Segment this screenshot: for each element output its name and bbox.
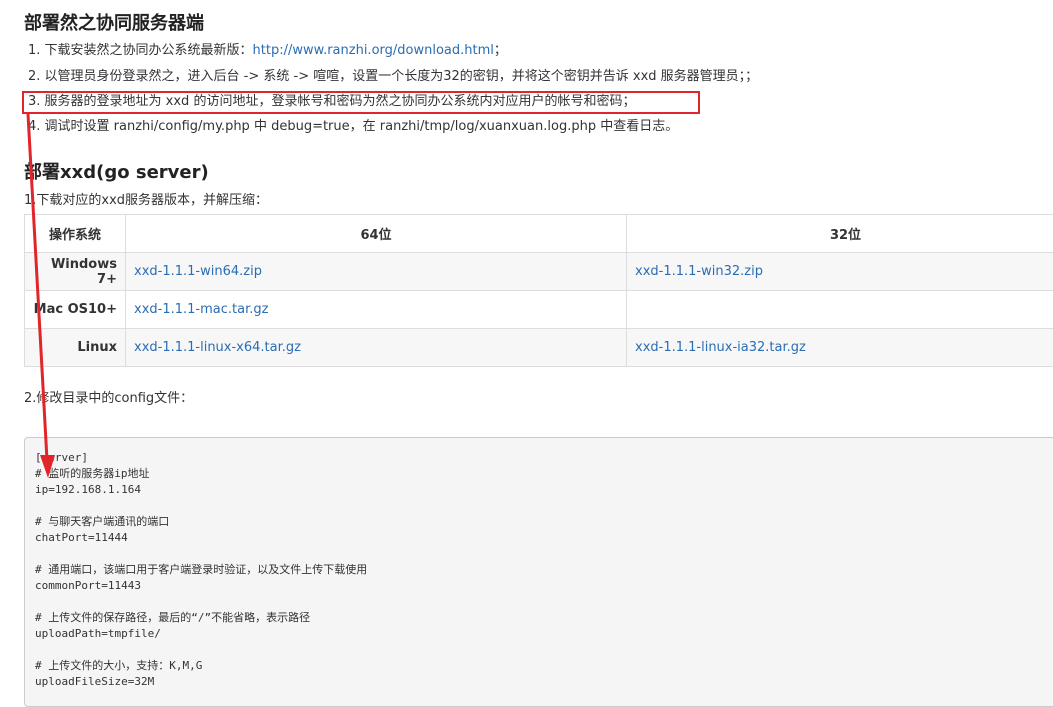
xxd-step-1: 1.下载对应的xxd服务器版本，并解压缩：: [24, 192, 268, 210]
xxd-step-2: 2.修改目录中的config文件：: [24, 390, 193, 408]
cell-linux64: xxd-1.1.1-linux-x64.tar.gz: [126, 329, 627, 367]
cell-linux32: xxd-1.1.1-linux-ia32.tar.gz: [627, 329, 1053, 367]
linux-ia32-link[interactable]: xxd-1.1.1-linux-ia32.tar.gz: [635, 340, 806, 355]
code-line: commonPort=11443: [35, 578, 1053, 594]
table-header-row: 操作系统 64位 32位: [25, 215, 1053, 253]
code-line: [35, 642, 1053, 658]
win32-link[interactable]: xxd-1.1.1-win32.zip: [635, 264, 763, 279]
code-line: # 与聊天客户端通讯的端口: [35, 514, 1053, 530]
code-line: chatPort=11444: [35, 530, 1053, 546]
mac-link[interactable]: xxd-1.1.1-mac.tar.gz: [134, 302, 268, 317]
cell-mac32: [627, 291, 1053, 329]
code-line: # 上传文件的保存路径，最后的“/”不能省略，表示路径: [35, 610, 1053, 626]
section-title-xxd: 部署xxd(go server): [24, 158, 209, 184]
download-table: 操作系统 64位 32位 Windows 7+ xxd-1.1.1-win64.…: [24, 214, 1053, 367]
os-mac: Mac OS10+: [25, 291, 126, 329]
cell-win64: xxd-1.1.1-win64.zip: [126, 253, 627, 291]
step-4: 4. 调试时设置 ranzhi/config/my.php 中 debug=tr…: [28, 118, 678, 136]
code-line: ip=192.168.1.164: [35, 482, 1053, 498]
header-64bit: 64位: [126, 215, 627, 253]
step-2: 2. 以管理员身份登录然之，进入后台 -> 系统 -> 喧喧，设置一个长度为32…: [28, 68, 758, 86]
os-windows: Windows 7+: [25, 253, 126, 291]
table-row: Mac OS10+ xxd-1.1.1-mac.tar.gz: [25, 291, 1053, 329]
download-link[interactable]: http://www.ranzhi.org/download.html: [253, 43, 494, 58]
table-row: Linux xxd-1.1.1-linux-x64.tar.gz xxd-1.1…: [25, 329, 1053, 367]
code-line: [server]: [35, 450, 1053, 466]
code-line: [35, 546, 1053, 562]
code-line: [35, 594, 1053, 610]
code-line: uploadFileSize=32M: [35, 674, 1053, 690]
os-linux: Linux: [25, 329, 126, 367]
step-1-suffix: ；: [494, 43, 507, 58]
win64-link[interactable]: xxd-1.1.1-win64.zip: [134, 264, 262, 279]
header-32bit: 32位: [627, 215, 1053, 253]
config-code-block[interactable]: [server]# 监听的服务器ip地址ip=192.168.1.164 # 与聊…: [24, 437, 1053, 707]
linux-x64-link[interactable]: xxd-1.1.1-linux-x64.tar.gz: [134, 340, 301, 355]
code-line: uploadPath=tmpfile/: [35, 626, 1053, 642]
step-1-text: 1. 下载安装然之协同办公系统最新版：: [28, 43, 253, 58]
table-row: Windows 7+ xxd-1.1.1-win64.zip xxd-1.1.1…: [25, 253, 1053, 291]
step-1: 1. 下载安装然之协同办公系统最新版：http://www.ranzhi.org…: [28, 42, 507, 60]
code-line: # 上传文件的大小，支持：K,M,G: [35, 658, 1053, 674]
cell-win32: xxd-1.1.1-win32.zip: [627, 253, 1053, 291]
code-line: [35, 498, 1053, 514]
code-line: # 监听的服务器ip地址: [35, 466, 1053, 482]
code-line: # 通用端口，该端口用于客户端登录时验证，以及文件上传下载使用: [35, 562, 1053, 578]
cell-mac64: xxd-1.1.1-mac.tar.gz: [126, 291, 627, 329]
highlight-box: [22, 91, 700, 114]
section-title-ranzhi: 部署然之协同服务器端: [24, 9, 204, 35]
header-os: 操作系统: [25, 215, 126, 253]
